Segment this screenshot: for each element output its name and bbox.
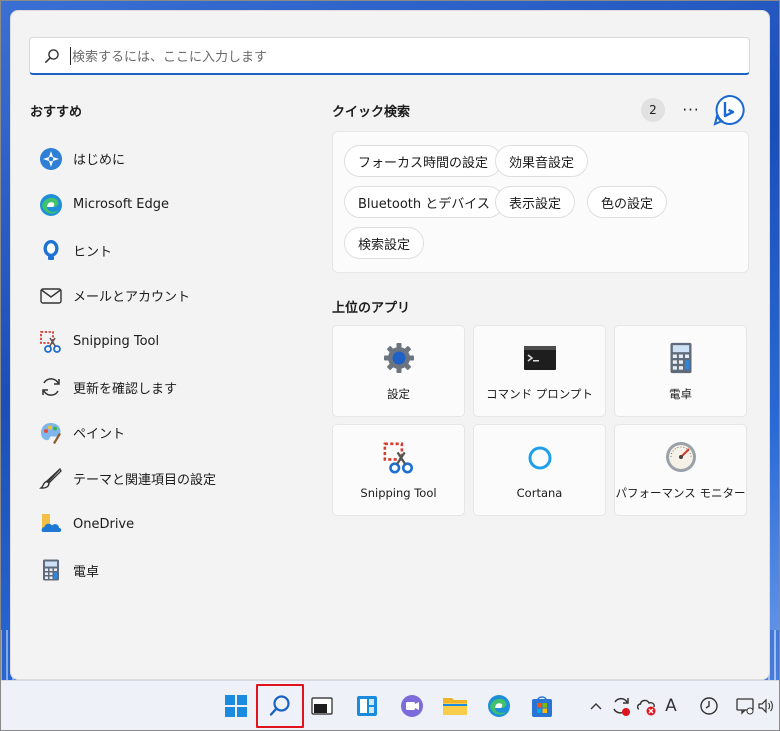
- list-item-get-started[interactable]: はじめに: [35, 136, 295, 182]
- notification-icon[interactable]: [735, 693, 755, 719]
- app-tile-cortana[interactable]: Cortana: [473, 424, 606, 516]
- sync-status-icon[interactable]: [608, 693, 634, 719]
- edge-taskbar-button[interactable]: [482, 689, 516, 723]
- app-tile-label: Snipping Tool: [360, 486, 437, 500]
- quick-search-chip-search[interactable]: 検索設定: [344, 227, 425, 259]
- tips-icon: [39, 238, 63, 262]
- calculator-icon: [39, 558, 63, 582]
- search-input-placeholder[interactable]: 検索するには、ここに入力します: [72, 46, 267, 65]
- top-apps-title: 上位のアプリ: [332, 301, 411, 316]
- list-item-paint[interactable]: ペイント: [35, 410, 295, 456]
- mail-icon: [39, 284, 63, 308]
- edge-icon: [488, 695, 510, 717]
- windows-logo-icon: [225, 695, 247, 717]
- refresh-icon: [39, 375, 63, 399]
- list-item-label: 更新を確認します: [73, 381, 178, 397]
- chevron-up-icon: [590, 703, 602, 710]
- get-started-icon: [39, 147, 63, 171]
- more-options-button[interactable]: ···: [679, 98, 703, 122]
- recommended-title: おすすめ: [30, 105, 83, 120]
- app-tile-snipping-tool[interactable]: Snipping Tool: [332, 424, 465, 516]
- store-icon: [532, 696, 552, 717]
- clock-icon[interactable]: [696, 693, 722, 719]
- folder-icon: [443, 698, 467, 715]
- list-item-label: Microsoft Edge: [73, 197, 170, 213]
- list-item-tips[interactable]: ヒント: [35, 227, 295, 273]
- calculator-icon: [663, 340, 699, 376]
- list-item-theme-settings[interactable]: テーマと関連項目の設定: [35, 456, 295, 502]
- performance-monitor-icon: [663, 439, 699, 475]
- app-tile-label: 設定: [387, 387, 410, 401]
- text-caret: [70, 46, 71, 65]
- app-tile-label: パフォーマンス モニター: [615, 486, 746, 500]
- app-tile-performance-monitor[interactable]: パフォーマンス モニター: [614, 424, 747, 516]
- widgets-icon: [357, 696, 377, 716]
- cortana-icon: [522, 440, 558, 476]
- command-prompt-icon: [522, 340, 558, 376]
- chat-icon: [401, 695, 423, 717]
- quick-search-chip-bluetooth[interactable]: Bluetooth とデバイス: [344, 186, 504, 218]
- search-icon: [269, 695, 290, 716]
- task-view-button[interactable]: [305, 689, 339, 723]
- list-item-mail-accounts[interactable]: メールとアカウント: [35, 273, 295, 319]
- onedrive-icon: [39, 512, 63, 536]
- store-button[interactable]: [525, 689, 559, 723]
- search-icon: [45, 48, 59, 63]
- list-item-label: メールとアカウント: [73, 290, 191, 306]
- app-tile-calculator[interactable]: 電卓: [614, 325, 747, 417]
- quick-search-title: クイック検索: [332, 105, 411, 120]
- app-tile-label: コマンド プロンプト: [486, 387, 593, 401]
- taskbar-search-button[interactable]: [256, 684, 304, 728]
- snipping-tool-icon: [381, 440, 417, 476]
- recommended-list: はじめに Microsoft Edge ヒント メールとアカウント Snippi…: [35, 136, 295, 593]
- list-item-label: ヒント: [73, 244, 113, 260]
- quick-search-chip-color[interactable]: 色の設定: [587, 186, 668, 218]
- quick-search-chip-display[interactable]: 表示設定: [495, 186, 576, 218]
- list-item-label: ペイント: [73, 427, 126, 443]
- list-item-label: OneDrive: [73, 516, 135, 532]
- show-hidden-icons-button[interactable]: [588, 693, 604, 719]
- app-tile-label: Cortana: [516, 486, 563, 500]
- paint-icon: [39, 421, 63, 445]
- widgets-button[interactable]: [350, 689, 384, 723]
- brush-icon: [39, 467, 63, 491]
- app-tile-command-prompt[interactable]: コマンド プロンプト: [473, 325, 606, 417]
- snipping-tool-icon: [39, 330, 63, 354]
- list-item-label: テーマと関連項目の設定: [73, 473, 217, 489]
- quick-search-chip-sound[interactable]: 効果音設定: [495, 145, 589, 177]
- app-tile-settings[interactable]: 設定: [332, 325, 465, 417]
- file-explorer-button[interactable]: [438, 689, 472, 723]
- app-tile-label: 電卓: [669, 387, 692, 401]
- bing-icon[interactable]: [713, 94, 745, 126]
- list-item-label: Snipping Tool: [73, 334, 160, 350]
- list-item-onedrive[interactable]: OneDrive: [35, 502, 295, 548]
- edge-icon: [39, 193, 63, 217]
- network-error-icon[interactable]: [634, 693, 660, 719]
- taskbar: A: [0, 680, 780, 731]
- list-item-edge[interactable]: Microsoft Edge: [35, 182, 295, 228]
- teams-chat-button[interactable]: [395, 689, 429, 723]
- start-button[interactable]: [219, 689, 253, 723]
- search-box[interactable]: 検索するには、ここに入力します: [29, 37, 750, 75]
- list-item-calculator[interactable]: 電卓: [35, 547, 295, 593]
- search-panel: 検索するには、ここに入力します おすすめ はじめに Microsoft Edge…: [10, 10, 770, 680]
- quick-search-box: フォーカス時間の設定 効果音設定 Bluetooth とデバイス 表示設定 色の…: [332, 131, 749, 273]
- list-item-snipping-tool[interactable]: Snipping Tool: [35, 319, 295, 365]
- notification-count-badge: 2: [641, 98, 665, 122]
- quick-search-chip-focus[interactable]: フォーカス時間の設定: [344, 145, 503, 177]
- ime-mode-indicator[interactable]: A: [660, 693, 682, 719]
- list-item-label: 電卓: [73, 564, 100, 580]
- volume-icon[interactable]: [757, 693, 775, 719]
- list-item-check-updates[interactable]: 更新を確認します: [35, 364, 295, 410]
- list-item-label: はじめに: [73, 153, 126, 169]
- settings-gear-icon: [381, 340, 417, 376]
- task-view-icon: [311, 697, 333, 715]
